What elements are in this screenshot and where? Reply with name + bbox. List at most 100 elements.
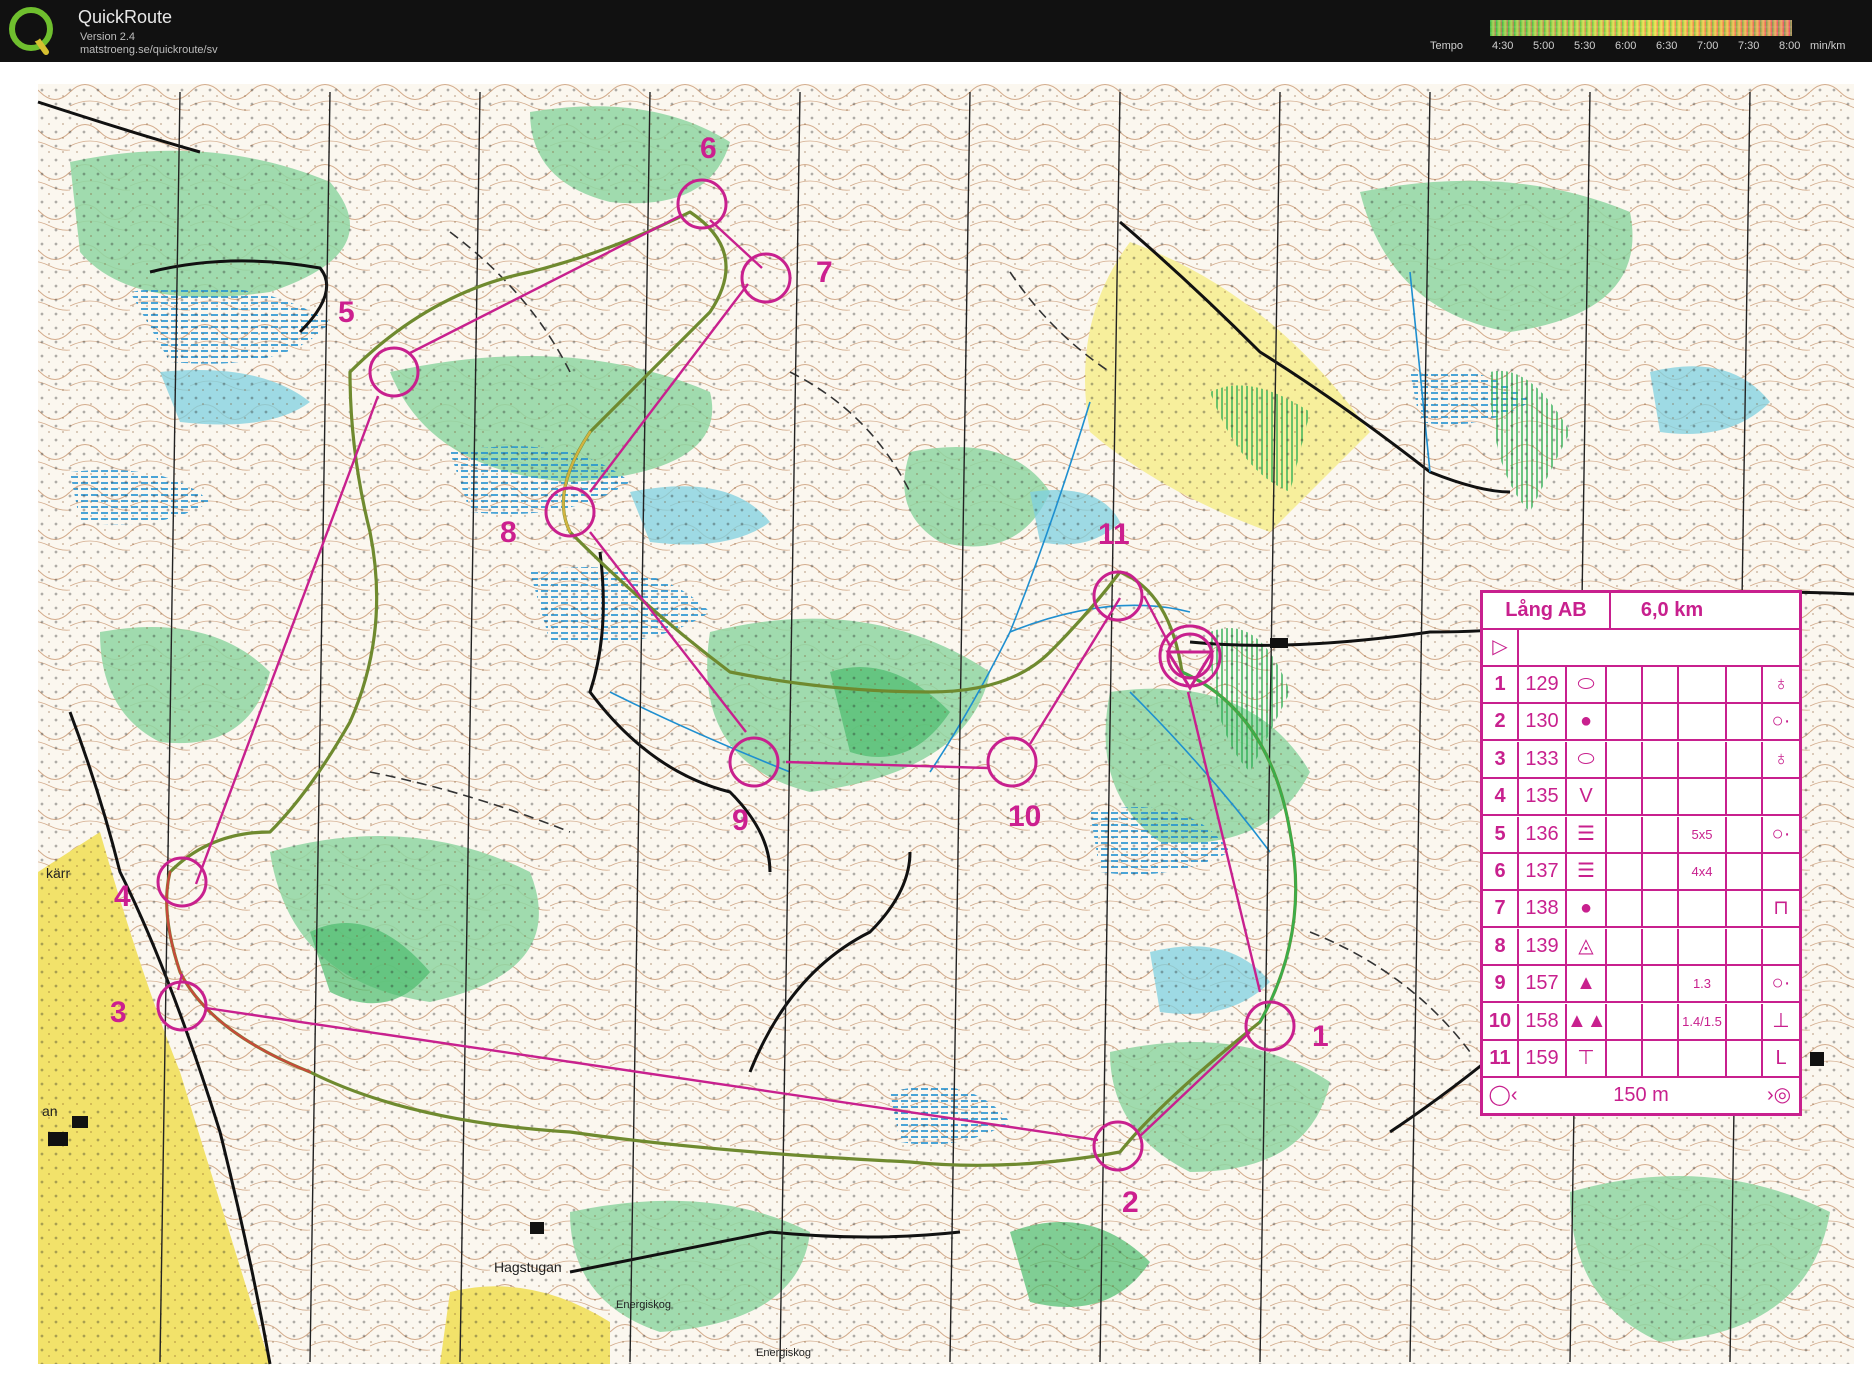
location-icon: ○· [1771, 822, 1791, 845]
card-row-dimension [1679, 704, 1727, 740]
card-empty-cell [1727, 1003, 1763, 1039]
card-row-dimension: 1.3 [1679, 966, 1727, 1002]
tempo-tick: 7:30 [1738, 40, 1760, 52]
card-empty-cell [1643, 779, 1679, 815]
feature-icon: ◬ [1567, 928, 1607, 964]
control-number-7: 7 [816, 256, 833, 289]
card-empty-cell [1607, 704, 1643, 740]
card-row: 4 135 V [1483, 779, 1799, 817]
location-icon: ⊓ [1773, 897, 1789, 920]
tempo-legend: Tempo 4:30 5:00 5:30 6:00 6:30 7:00 7:30… [1430, 18, 1872, 58]
app-version: Version 2.4 [80, 31, 136, 43]
feature-icon: ● [1567, 891, 1607, 927]
card-empty-cell [1607, 741, 1643, 777]
card-row-number: 9 [1483, 966, 1519, 1002]
control-number-10: 10 [1008, 800, 1041, 833]
card-row-code: 129 [1519, 667, 1567, 702]
location-icon: ○· [1771, 972, 1791, 995]
card-row-code: 136 [1519, 816, 1567, 852]
card-start-row: ▷ [1483, 630, 1799, 667]
feature-icon: ⬭ [1567, 667, 1607, 702]
card-row-code: 133 [1519, 741, 1567, 777]
place-hagstugan: Hagstugan [494, 1259, 562, 1275]
feature-icon: ▲▲ [1567, 1003, 1607, 1039]
card-empty-cell [1607, 816, 1643, 852]
card-empty-cell [1727, 704, 1763, 740]
card-row-number: 5 [1483, 816, 1519, 852]
feature-icon: ☰ [1567, 854, 1607, 889]
place-an: an [42, 1103, 58, 1119]
tempo-tick: 5:30 [1574, 40, 1596, 52]
card-row-number: 7 [1483, 891, 1519, 927]
card-row-code: 135 [1519, 779, 1567, 815]
card-row-number: 10 [1483, 1003, 1519, 1039]
card-empty-cell [1727, 966, 1763, 1002]
tempo-label: Tempo [1430, 40, 1464, 52]
place-energiskog-1: Energiskog [616, 1299, 671, 1311]
place-energiskog-2: Energiskog [756, 1347, 811, 1359]
card-row-dimension: 1.4/1.5 [1679, 1003, 1727, 1039]
card-empty-cell [1643, 891, 1679, 927]
control-number-11: 11 [1098, 518, 1130, 551]
location-icon [1763, 779, 1799, 814]
card-row-code: 130 [1519, 704, 1567, 740]
card-row-number: 11 [1483, 1041, 1519, 1076]
card-empty-cell [1643, 667, 1679, 702]
card-empty-cell [1643, 704, 1679, 740]
card-finish-distance: 150 m [1613, 1084, 1669, 1106]
card-row-dimension [1679, 1041, 1727, 1076]
card-row-code: 159 [1519, 1041, 1567, 1076]
title-bar: QuickRoute Version 2.4 matstroeng.se/qui… [0, 0, 1872, 62]
feature-icon: ⊤ [1567, 1041, 1607, 1076]
card-course-name: Lång AB [1483, 593, 1611, 628]
tempo-unit: min/km [1810, 40, 1846, 52]
card-empty-cell [1727, 1041, 1763, 1076]
card-empty-cell [1607, 1041, 1643, 1076]
location-icon: ⊥ [1772, 1009, 1790, 1032]
card-empty-cell [1727, 667, 1763, 702]
card-empty-cell [1727, 741, 1763, 777]
feature-icon: ▲ [1567, 966, 1607, 1002]
tempo-tick: 8:00 [1779, 40, 1801, 52]
finish-right-icon: ›◎ [1766, 1084, 1792, 1106]
card-row-number: 2 [1483, 704, 1519, 740]
card-empty-cell [1643, 816, 1679, 852]
control-number-3: 3 [110, 996, 127, 1029]
feature-icon: ⬭ [1567, 741, 1607, 777]
card-row-dimension [1679, 779, 1727, 815]
card-row: 8 139 ◬ [1483, 928, 1799, 966]
card-row-dimension [1679, 928, 1727, 964]
card-empty-cell [1643, 1041, 1679, 1076]
card-row: 1 129 ⬭ ♁ [1483, 667, 1799, 704]
orienteering-map[interactable]: 1 2 3 4 5 6 7 8 9 10 11 Hagstugan Energi… [10, 72, 1862, 1384]
card-row-dimension [1679, 891, 1727, 927]
card-empty-cell [1727, 891, 1763, 927]
card-row-dimension: 5x5 [1679, 816, 1727, 852]
control-number-4: 4 [114, 880, 131, 913]
tempo-tick: 7:00 [1697, 40, 1719, 52]
card-row-number: 8 [1483, 928, 1519, 964]
card-row-number: 4 [1483, 779, 1519, 815]
card-empty-cell [1643, 741, 1679, 777]
quickroute-logo [9, 7, 53, 55]
card-empty-cell [1643, 928, 1679, 964]
control-number-5: 5 [338, 296, 355, 329]
card-row: 9 157 ▲ 1.3 ○· [1483, 966, 1799, 1004]
card-row: 5 136 ☰ 5x5 ○· [1483, 816, 1799, 854]
card-row-dimension [1679, 667, 1727, 702]
card-row-code: 139 [1519, 928, 1567, 964]
finish-left-icon: ◯‹ [1488, 1084, 1518, 1106]
card-row-code: 158 [1519, 1003, 1567, 1039]
location-icon: ○· [1771, 710, 1791, 733]
card-empty-cell [1607, 1003, 1643, 1039]
location-icon [1763, 854, 1799, 889]
card-row: 7 138 ● ⊓ [1483, 891, 1799, 929]
card-empty-cell [1607, 854, 1643, 889]
tempo-gradient [1490, 20, 1792, 36]
card-empty-cell [1607, 667, 1643, 702]
tempo-tick: 6:00 [1615, 40, 1637, 52]
card-row-code: 138 [1519, 891, 1567, 927]
tempo-tick: 4:30 [1492, 40, 1514, 52]
card-empty-cell [1607, 779, 1643, 815]
card-empty-cell [1607, 928, 1643, 964]
